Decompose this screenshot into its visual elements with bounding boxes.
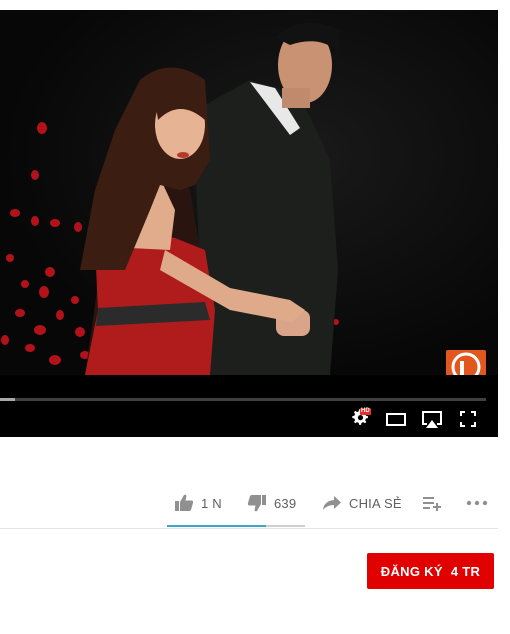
share-label: CHIA SẺ [349, 495, 402, 511]
subscriber-count: 4 TR [450, 563, 481, 579]
music-logo-icon [451, 352, 481, 375]
thumb-down-icon [247, 495, 266, 512]
settings-button[interactable]: HD [349, 408, 373, 430]
section-divider [0, 528, 498, 529]
video-frame[interactable]: music [0, 10, 498, 375]
share-icon [323, 496, 341, 510]
progress-bar-fill [0, 398, 15, 401]
more-icon [466, 500, 488, 506]
like-count: 1 N [201, 495, 222, 511]
subscribe-label: ĐĂNG KÝ [380, 563, 443, 579]
thumb-up-icon [175, 494, 194, 511]
like-ratio-fill [167, 525, 267, 527]
theater-mode-button[interactable] [384, 408, 408, 430]
fullscreen-button[interactable] [456, 408, 480, 430]
video-actions-bar: 1 N 639 CHIA SẺ [0, 485, 498, 523]
watch-page: music HD [0, 0, 510, 634]
share-button[interactable]: CHIA SẺ [322, 491, 402, 515]
save-to-playlist-button[interactable] [422, 491, 442, 515]
add-to-playlist-icon [423, 497, 441, 511]
dislike-button[interactable]: 639 [247, 491, 296, 515]
like-dislike-ratio-bar [167, 525, 305, 527]
airplay-button[interactable] [420, 408, 444, 430]
progress-bar[interactable] [0, 398, 486, 401]
channel-watermark-logo[interactable]: music [446, 350, 486, 375]
like-button[interactable]: 1 N [174, 491, 222, 515]
hd-badge: HD [360, 408, 371, 415]
subscribe-button[interactable]: ĐĂNG KÝ 4 TR [367, 553, 494, 589]
theater-mode-icon [386, 413, 406, 426]
video-thumbnail [1, 22, 340, 375]
video-player[interactable]: music HD [0, 10, 498, 437]
fullscreen-icon [460, 411, 476, 427]
dislike-count: 639 [274, 495, 297, 511]
more-actions-button[interactable] [466, 491, 488, 515]
airplay-icon [422, 411, 442, 428]
